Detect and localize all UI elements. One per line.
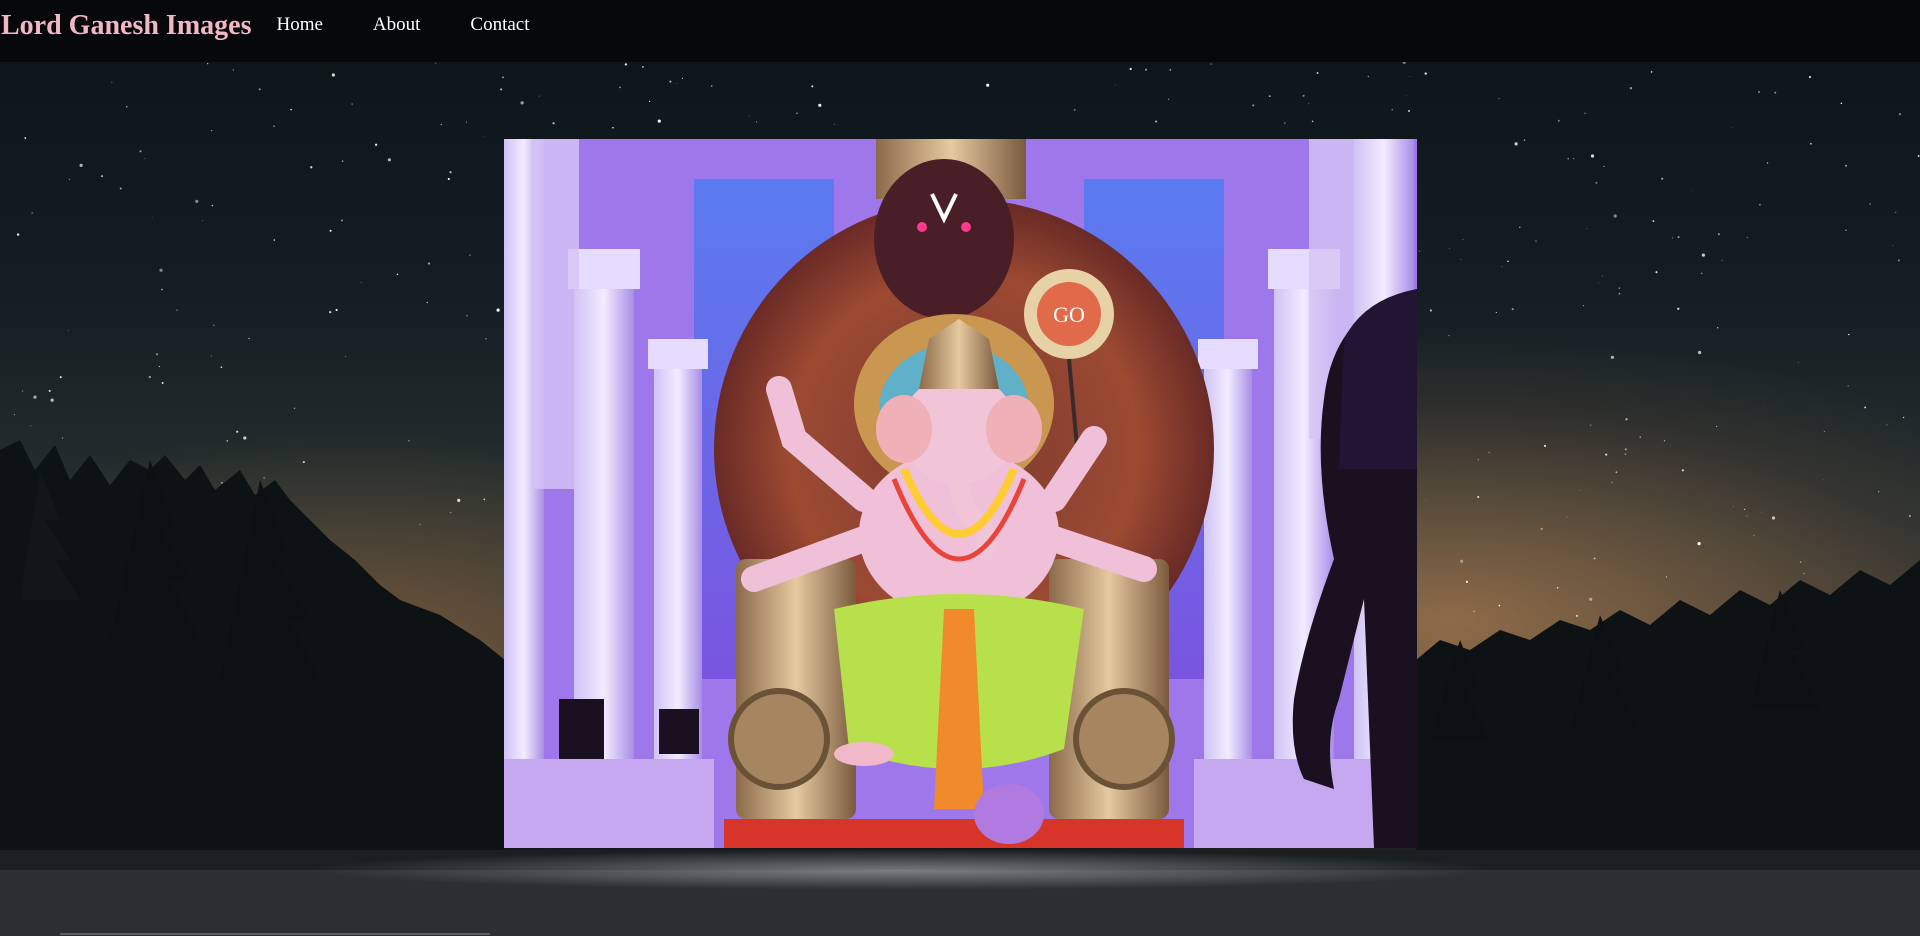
ground-fog [300,850,1500,890]
ganesh-idol-image: GO [504,139,1417,848]
site-title[interactable]: Lord Ganesh Images [1,12,251,40]
nav-link-contact[interactable]: Contact [470,14,529,36]
nav-link-about[interactable]: About [373,14,421,36]
divider [60,933,490,935]
sign-text: GO [1053,302,1085,327]
page: Lord Ganesh Images Home About Contact GO [0,0,1920,936]
nav-link-home[interactable]: Home [276,14,322,36]
nav-links: Home About Contact [276,14,579,36]
navbar: Lord Ganesh Images Home About Contact [0,0,1920,62]
